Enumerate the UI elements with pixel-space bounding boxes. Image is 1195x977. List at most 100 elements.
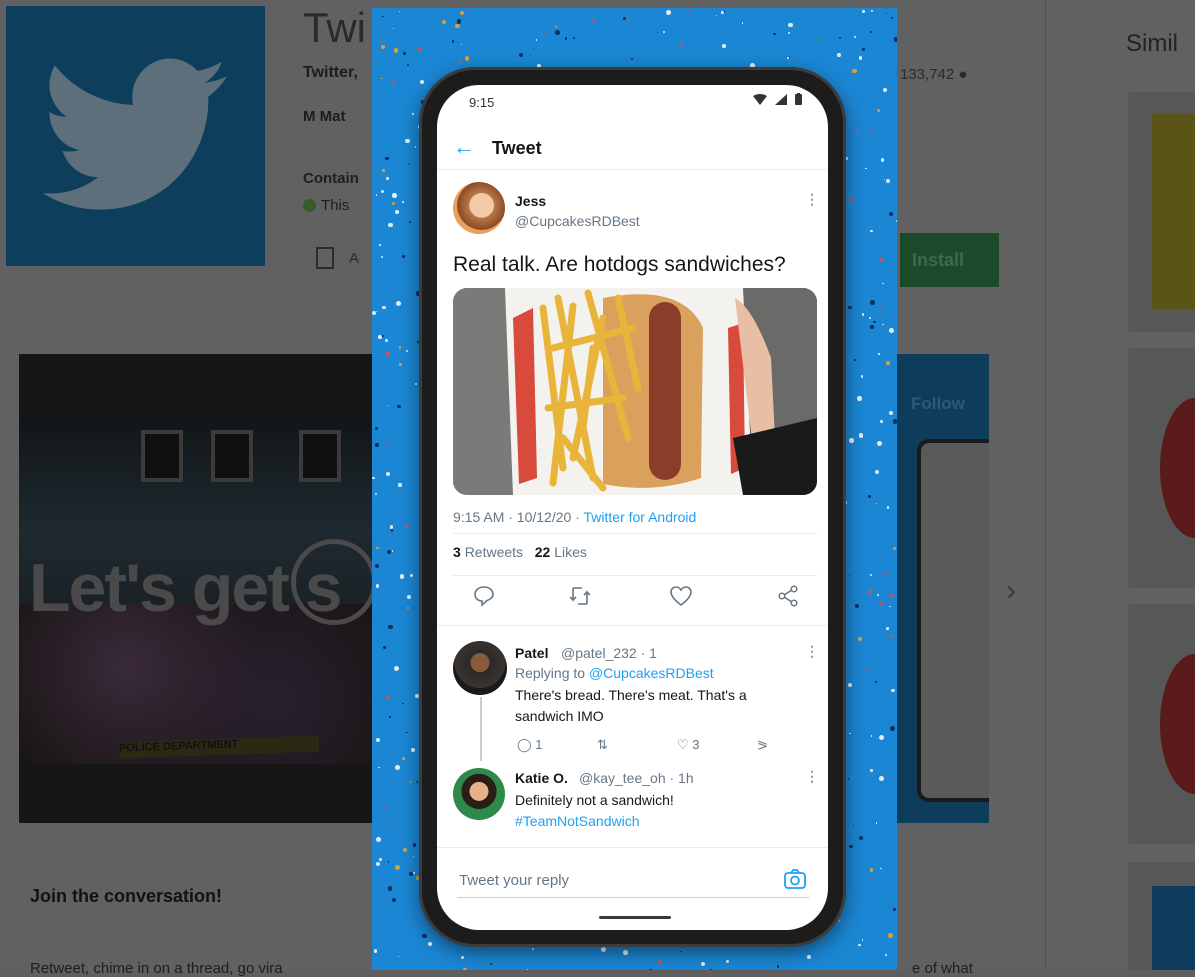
like-icon[interactable] (669, 585, 693, 607)
tweet-source-link[interactable]: Twitter for Android (584, 509, 697, 525)
more-icon[interactable]: ⋮ (805, 191, 819, 208)
replying-to-link[interactable]: @CupcakesRDBest (589, 665, 714, 681)
halftone-speck (892, 418, 897, 424)
reply-author-name[interactable]: Katie O. (515, 770, 568, 786)
halftone-speck (389, 525, 394, 529)
halftone-speck (461, 956, 465, 959)
share-icon[interactable] (777, 585, 799, 607)
more-icon[interactable]: ⋮ (805, 643, 819, 660)
halftone-speck (399, 362, 403, 366)
battery-icon (795, 93, 802, 105)
halftone-speck (402, 51, 406, 55)
halftone-speck (376, 546, 379, 550)
halftone-speck (391, 201, 395, 205)
retweet-icon[interactable] (568, 585, 592, 607)
halftone-speck (858, 943, 861, 947)
halftone-speck (412, 855, 414, 857)
reply-like-count: 3 (692, 737, 700, 752)
avatar-patel[interactable] (453, 641, 507, 695)
halftone-speck (824, 941, 826, 944)
store-rating-badge: M Mat (303, 108, 346, 125)
halftone-speck (658, 960, 662, 964)
halftone-speck (880, 602, 884, 606)
tweet-timestamp: 9:15 AM · 10/12/20 · (453, 509, 584, 525)
halftone-speck (870, 735, 873, 737)
halftone-speck (776, 965, 780, 968)
wishlist-label[interactable]: A (349, 250, 359, 267)
avatar-jess[interactable] (453, 182, 505, 234)
halftone-speck (414, 146, 417, 148)
halftone-speck (601, 947, 607, 953)
wishlist-icon[interactable] (316, 247, 334, 269)
halftone-speck (860, 375, 864, 379)
reply-author-name[interactable]: Patel (515, 645, 548, 661)
halftone-speck (878, 258, 884, 263)
tweet-author-handle[interactable]: @CupcakesRDBest (515, 213, 640, 229)
halftone-speck (883, 178, 886, 181)
like-icon[interactable]: ♡ (677, 737, 689, 752)
reply-author-handle[interactable]: @kay_tee_oh · 1h (579, 770, 694, 786)
halftone-speck (807, 955, 812, 960)
likes-label[interactable]: Likes (554, 544, 587, 560)
halftone-speck (397, 404, 401, 409)
tweet-author-name[interactable]: Jess (515, 193, 546, 209)
halftone-speck (872, 129, 874, 132)
twitter-bird-icon (44, 58, 227, 210)
reply-like-action[interactable]: ♡ 3 (677, 737, 700, 753)
halftone-speck (858, 636, 863, 641)
store-developer-link[interactable]: Twitter, (303, 64, 358, 82)
promo-video[interactable]: POLICE DEPARTMENT Let's get s (19, 354, 379, 823)
back-arrow-icon[interactable]: ← (453, 136, 475, 158)
halftone-speck (384, 351, 390, 357)
similar-app-card[interactable] (1128, 92, 1195, 332)
halftone-speck (384, 156, 389, 161)
retweets-count[interactable]: 3 (453, 544, 461, 560)
retweet-icon[interactable]: ⇅ (597, 737, 608, 753)
halftone-speck (374, 493, 377, 496)
divider (437, 625, 828, 626)
halftone-speck (869, 573, 872, 577)
halftone-speck (882, 324, 884, 326)
halftone-speck (412, 872, 415, 874)
reply-input[interactable]: Tweet your reply (459, 872, 569, 889)
likes-count[interactable]: 22 (535, 544, 551, 560)
halftone-speck (409, 573, 413, 577)
chevron-right-icon[interactable]: › (1006, 574, 1016, 608)
similar-app-card[interactable] (1128, 348, 1195, 588)
halftone-speck (373, 949, 378, 953)
halftone-speck (394, 665, 400, 671)
reply-reply-action[interactable]: ◯ 1 (517, 737, 542, 753)
halftone-speck (622, 950, 628, 955)
halftone-speck (390, 529, 393, 532)
install-button[interactable]: Install (900, 233, 999, 287)
share-icon[interactable]: ⪖ (757, 737, 768, 753)
reply-icon[interactable] (473, 585, 495, 607)
halftone-speck (381, 78, 383, 80)
ratings-count-text: 133,742 (900, 66, 955, 83)
halftone-speck (535, 39, 538, 41)
play-icon[interactable] (291, 539, 377, 625)
similar-app-card[interactable] (1128, 862, 1195, 970)
home-indicator[interactable] (599, 916, 671, 919)
halftone-speck (772, 32, 776, 36)
halftone-speck (847, 778, 850, 780)
screenshot-thumbnail[interactable]: Follow (897, 354, 989, 823)
hashtag-link[interactable]: #TeamNotSandwich (515, 811, 640, 832)
halftone-speck (398, 346, 402, 349)
retweets-label[interactable]: Retweets (465, 544, 523, 560)
reply-author-handle[interactable]: @patel_232 · 1 (561, 645, 657, 661)
similar-app-card[interactable] (1128, 604, 1195, 844)
column-divider (1045, 0, 1046, 970)
more-icon[interactable]: ⋮ (805, 768, 819, 785)
avatar-katie[interactable] (453, 768, 505, 820)
halftone-speck (892, 908, 896, 912)
camera-icon[interactable] (784, 869, 806, 889)
tweet-photo-hotdog[interactable] (453, 288, 817, 495)
divider (453, 533, 817, 534)
reply-icon[interactable]: ◯ (517, 737, 532, 752)
halftone-speck (870, 229, 873, 233)
halftone-speck (885, 361, 890, 366)
halftone-speck (886, 626, 889, 630)
halftone-speck (518, 52, 523, 57)
tweet-actions (437, 585, 828, 615)
